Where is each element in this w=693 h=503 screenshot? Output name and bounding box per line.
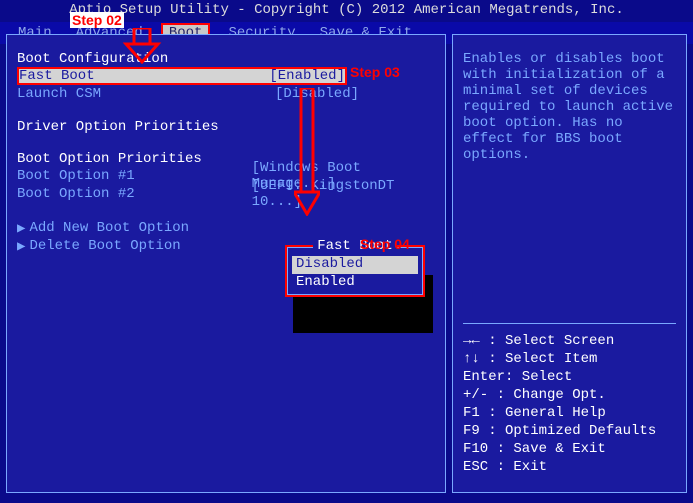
fast-boot-row[interactable]: Fast Boot [Enabled] [17, 67, 347, 85]
add-boot-option-label: Add New Boot Option [29, 220, 189, 236]
key-general-help: F1 : General Help [463, 404, 676, 422]
annotation-step02: Step 02 [70, 12, 124, 28]
help-panel: Enables or disables boot with initializa… [452, 34, 687, 493]
popup-option-disabled[interactable]: Disabled [292, 256, 418, 274]
popup-option-enabled[interactable]: Enabled [292, 274, 418, 292]
add-boot-option-row[interactable]: ▶ Add New Boot Option [17, 219, 435, 237]
fast-boot-label: Fast Boot [19, 68, 269, 84]
triangle-right-icon: ▶ [17, 220, 25, 237]
key-help: →← : Select Screen ↑↓ : Select Item Ente… [463, 332, 676, 476]
main-panel: Boot Configuration Fast Boot [Enabled] L… [6, 34, 446, 493]
key-esc: ESC : Exit [463, 458, 676, 476]
boot-option-2-row[interactable]: Boot Option #2 [UEFI: KingstonDT 10...] [17, 185, 435, 203]
launch-csm-label: Launch CSM [17, 86, 275, 102]
annotation-step04: Step 04 [360, 236, 410, 252]
key-enter: Enter: Select [463, 368, 676, 386]
key-select-screen: →← : Select Screen [463, 332, 676, 350]
triangle-right-icon: ▶ [17, 238, 25, 255]
key-optimized-defaults: F9 : Optimized Defaults [463, 422, 676, 440]
boot-option-2-value: [UEFI: KingstonDT 10...] [252, 178, 435, 210]
launch-csm-row[interactable]: Launch CSM [Disabled] [17, 85, 435, 103]
boot-option-1-label: Boot Option #1 [17, 168, 252, 184]
fast-boot-popup: Fast Boot Disabled Enabled [285, 245, 425, 297]
key-save-exit: F10 : Save & Exit [463, 440, 676, 458]
key-change-opt: +/- : Change Opt. [463, 386, 676, 404]
fast-boot-value: [Enabled] [269, 68, 345, 84]
divider [463, 323, 676, 324]
key-select-item: ↑↓ : Select Item [463, 350, 676, 368]
boot-option-2-label: Boot Option #2 [17, 186, 252, 202]
annotation-step03: Step 03 [350, 64, 400, 80]
delete-boot-option-label: Delete Boot Option [29, 238, 180, 254]
arrow-down-long-icon [294, 88, 320, 216]
driver-priorities-heading: Driver Option Priorities [17, 119, 435, 135]
help-text: Enables or disables boot with initializa… [463, 51, 676, 319]
arrow-down-icon [122, 28, 162, 64]
